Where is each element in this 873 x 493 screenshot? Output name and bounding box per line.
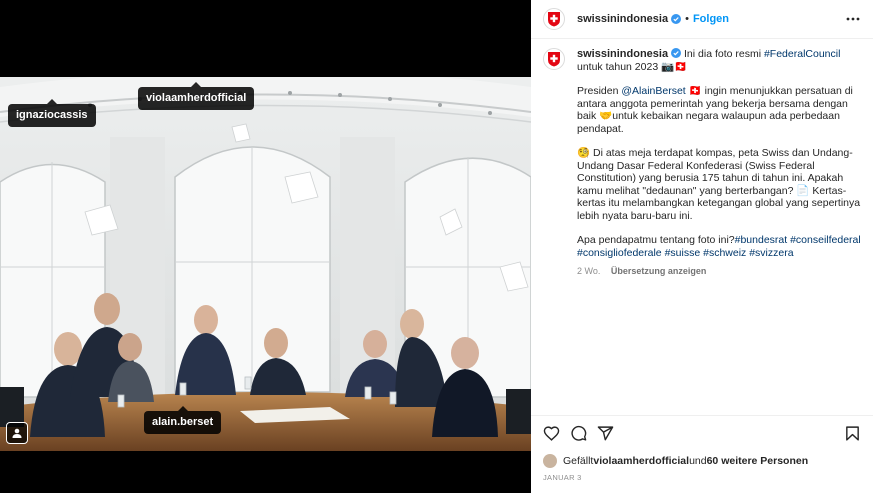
- avatar[interactable]: [543, 8, 565, 30]
- caption-line1-pre: Ini dia foto resmi: [684, 48, 764, 60]
- photo-tag-label: alain.berset: [152, 416, 214, 428]
- caption-username[interactable]: swissinindonesia: [577, 48, 668, 60]
- hashtag-link[interactable]: #svizzera: [749, 247, 793, 259]
- photo-tag-alain-berset[interactable]: alain.berset: [144, 406, 222, 434]
- caption-meta: 2 Wo. Übersetzung anzeigen: [577, 265, 862, 278]
- caption-p2-pre: Presiden: [577, 85, 622, 97]
- likes-summary: Gefällt violaamherdofficial und 60 weite…: [543, 454, 808, 468]
- hashtag-link[interactable]: #suisse: [665, 247, 701, 259]
- instagram-post-modal: ignaziocassis violaamherdofficial alain.…: [0, 0, 873, 493]
- caption-avatar[interactable]: [543, 48, 565, 70]
- likes-others-link[interactable]: 60 weitere Personen: [707, 455, 809, 467]
- photo-tag-ignaziocassis[interactable]: ignaziocassis: [8, 99, 96, 127]
- verified-icon: [671, 14, 682, 24]
- more-options-icon[interactable]: [845, 11, 861, 27]
- likes-prefix: Gefällt: [563, 455, 594, 467]
- photo-tag-label: ignaziocassis: [16, 109, 88, 121]
- hashtag-link[interactable]: #conseilfederal: [790, 234, 861, 246]
- hashtag-link[interactable]: #schweiz: [703, 247, 746, 259]
- divider: [531, 415, 873, 416]
- follow-button[interactable]: Folgen: [693, 13, 729, 25]
- likes-middle: und: [689, 455, 707, 467]
- post-header: swissinindonesia • Folgen: [531, 0, 873, 39]
- post-photo[interactable]: [0, 77, 531, 451]
- translate-button[interactable]: Übersetzung anzeigen: [611, 266, 707, 276]
- post-side-panel: swissinindonesia • Folgen swissinindones…: [531, 0, 873, 493]
- time-ago[interactable]: 2 Wo.: [577, 266, 600, 276]
- photo-tag-label: violaamherdofficial: [146, 92, 247, 104]
- post-date[interactable]: JANUAR 3: [543, 473, 582, 482]
- show-tags-button[interactable]: [6, 422, 28, 444]
- comment-icon[interactable]: [570, 425, 587, 442]
- hashtag-link[interactable]: #FederalCouncil: [764, 48, 840, 60]
- post-caption: swissinindonesia Ini dia foto resmi #Fed…: [543, 48, 863, 278]
- mention-link[interactable]: @AlainBerset: [621, 85, 685, 97]
- action-bar: [543, 425, 861, 443]
- caption-p4-pre: Apa pendapatmu tentang foto ini?: [577, 234, 735, 246]
- bookmark-icon[interactable]: [844, 425, 861, 442]
- caption-text: swissinindonesia Ini dia foto resmi #Fed…: [577, 48, 862, 278]
- avatar[interactable]: [543, 454, 557, 468]
- heart-icon[interactable]: [543, 425, 560, 442]
- post-media: ignaziocassis violaamherdofficial alain.…: [0, 0, 531, 493]
- likes-user-link[interactable]: violaamherdofficial: [593, 455, 689, 467]
- share-icon[interactable]: [597, 425, 614, 442]
- photo-tag-violaamherdofficial[interactable]: violaamherdofficial: [138, 82, 255, 110]
- caption-p3: 🧐 Di atas meja terdapat kompas, peta Swi…: [577, 147, 861, 222]
- hashtag-link[interactable]: #consigliofederale: [577, 247, 662, 259]
- header-username[interactable]: swissinindonesia: [577, 13, 668, 25]
- swiss-flag-icon: [548, 52, 560, 67]
- hashtag-link[interactable]: #bundesrat: [735, 234, 788, 246]
- header-separator: •: [685, 13, 689, 25]
- user-tag-icon: [12, 428, 22, 438]
- caption-line1-post: untuk tahun 2023 📷🇨🇭: [577, 60, 688, 73]
- verified-icon: [671, 48, 682, 58]
- swiss-flag-icon: [548, 12, 560, 27]
